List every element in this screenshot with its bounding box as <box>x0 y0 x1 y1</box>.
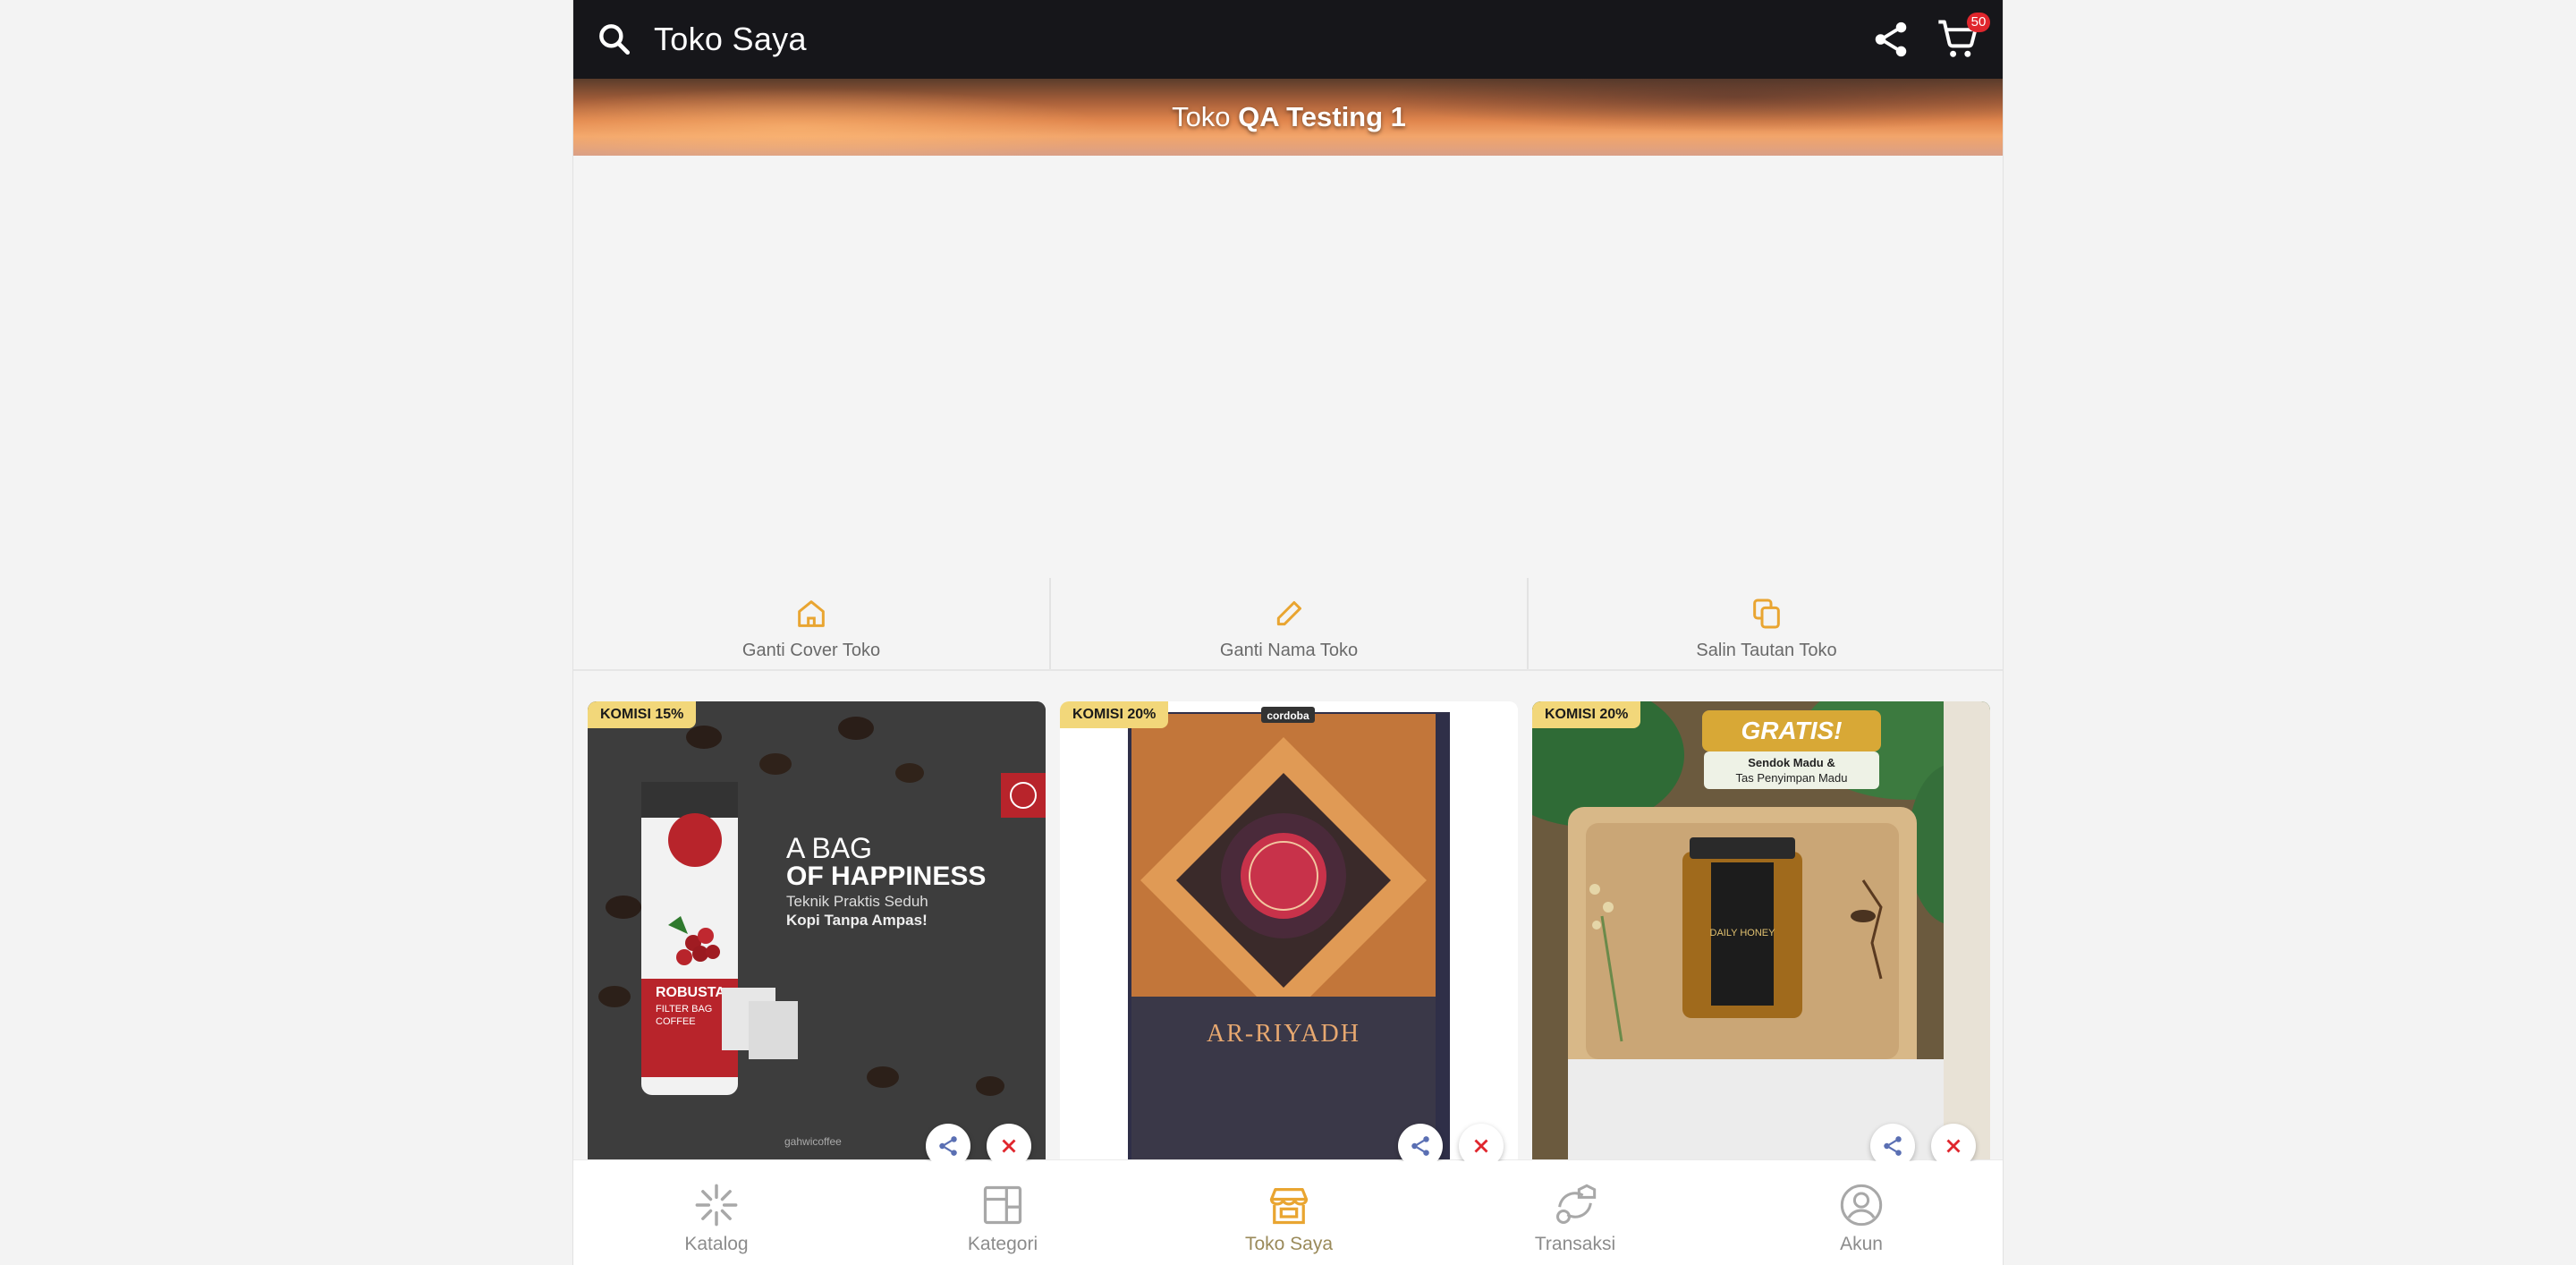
nav-akun[interactable]: Akun <box>1718 1160 2003 1265</box>
remove-product-button[interactable] <box>1459 1124 1504 1161</box>
nav-label: Kategori <box>967 1234 1038 1254</box>
transaction-icon <box>1555 1184 1597 1225</box>
nav-label: Transaksi <box>1534 1234 1616 1254</box>
share-icon[interactable] <box>1870 19 1911 60</box>
svg-text:A BAG: A BAG <box>786 832 872 864</box>
share-product-button[interactable] <box>1870 1124 1915 1161</box>
commission-badge: KOMISI 15% <box>588 701 697 728</box>
cart-count-badge: 50 <box>1967 13 1990 32</box>
svg-text:GRATIS!: GRATIS! <box>1741 717 1842 744</box>
svg-text:COFFEE: COFFEE <box>656 1016 696 1027</box>
top-bar: Toko Saya 50 <box>573 0 2003 79</box>
sparkle-icon <box>695 1184 738 1227</box>
share-product-button[interactable] <box>926 1124 970 1161</box>
svg-text:gahwicoffee: gahwicoffee <box>784 1135 842 1148</box>
nav-transaksi[interactable]: Transaksi <box>1432 1160 1718 1265</box>
product-image: DAILY HONEY GRATIS! Sendok Madu & Tas Pe… <box>1532 701 1990 1161</box>
store-name: Toko QA Testing 1 <box>1172 101 1406 132</box>
product-image: ROBUSTA FILTER BAG COFFEE A BAG OF HAPPI… <box>588 701 1046 1161</box>
svg-text:Kopi Tanpa Ampas!: Kopi Tanpa Ampas! <box>786 912 928 929</box>
page-title: Toko Saya <box>654 21 807 57</box>
category-icon <box>983 1185 1022 1225</box>
close-icon <box>1946 1139 1961 1153</box>
share-product-button[interactable] <box>1398 1124 1443 1161</box>
nav-label: Katalog <box>684 1234 749 1254</box>
nav-toko-saya[interactable]: Toko Saya <box>1146 1160 1432 1265</box>
store-cover: Toko QA Testing 1 <box>573 79 2003 156</box>
copy-link-label: Salin Tautan Toko <box>1696 641 1837 660</box>
close-icon <box>1002 1139 1016 1153</box>
svg-text:DAILY HONEY: DAILY HONEY <box>1710 928 1776 938</box>
nav-label: Akun <box>1840 1234 1883 1254</box>
close-icon <box>1474 1139 1488 1153</box>
copy-icon <box>1753 599 1780 629</box>
change-name-label: Ganti Nama Toko <box>1219 641 1359 660</box>
app-frame: Toko Saya 50 Toko QA Testing 1 Ganti Cov… <box>572 0 2004 1265</box>
product-card[interactable]: KOMISI 20% cordoba AR-RIYADH <box>1060 701 1518 1161</box>
product-image: cordoba AR-RIYADH <box>1060 701 1518 1161</box>
svg-text:ROBUSTA: ROBUSTA <box>656 985 725 1000</box>
account-icon <box>1840 1184 1883 1227</box>
pencil-icon <box>1276 601 1301 626</box>
svg-text:cordoba: cordoba <box>1267 709 1309 722</box>
store-actions: Ganti Cover Toko Ganti Nama Toko Salin T… <box>573 578 2003 671</box>
home-icon <box>798 600 825 627</box>
cart-button[interactable]: 50 <box>1935 13 1990 63</box>
svg-text:Tas Penyimpan Madu: Tas Penyimpan Madu <box>1735 771 1847 785</box>
change-cover-label: Ganti Cover Toko <box>741 641 881 660</box>
commission-badge: KOMISI 20% <box>1060 701 1169 728</box>
product-card[interactable]: KOMISI 20% DAILY HONEY GRATIS! Sendok Ma… <box>1532 701 1990 1161</box>
search-icon[interactable] <box>595 20 634 59</box>
change-name-button[interactable]: Ganti Nama Toko <box>1051 578 1529 669</box>
product-grid: KOMISI 15% ROBUSTA FILTER BAG COFFEE A B… <box>588 701 1990 1161</box>
nav-label: Toko Saya <box>1244 1234 1334 1254</box>
share-icon <box>939 1136 957 1156</box>
product-card[interactable]: KOMISI 15% ROBUSTA FILTER BAG COFFEE A B… <box>588 701 1046 1161</box>
share-icon <box>1884 1136 1902 1156</box>
change-cover-button[interactable]: Ganti Cover Toko <box>573 578 1051 669</box>
bottom-navigation: Katalog Kategori Toko Saya Transaksi Aku… <box>573 1159 2003 1265</box>
svg-text:Sendok Madu &: Sendok Madu & <box>1748 756 1835 769</box>
content-blank-area <box>573 156 2003 578</box>
svg-text:OF HAPPINESS: OF HAPPINESS <box>786 862 986 891</box>
remove-product-button[interactable] <box>987 1124 1031 1161</box>
svg-text:Teknik Praktis Seduh: Teknik Praktis Seduh <box>786 893 928 910</box>
remove-product-button[interactable] <box>1931 1124 1976 1161</box>
svg-text:FILTER BAG: FILTER BAG <box>656 1004 712 1015</box>
share-icon <box>1411 1136 1429 1156</box>
commission-badge: KOMISI 20% <box>1532 701 1641 728</box>
copy-link-button[interactable]: Salin Tautan Toko <box>1529 578 2003 669</box>
store-icon <box>1269 1188 1309 1225</box>
nav-katalog[interactable]: Katalog <box>573 1160 860 1265</box>
svg-text:AR-RIYADH: AR-RIYADH <box>1207 1020 1360 1048</box>
nav-kategori[interactable]: Kategori <box>860 1160 1146 1265</box>
